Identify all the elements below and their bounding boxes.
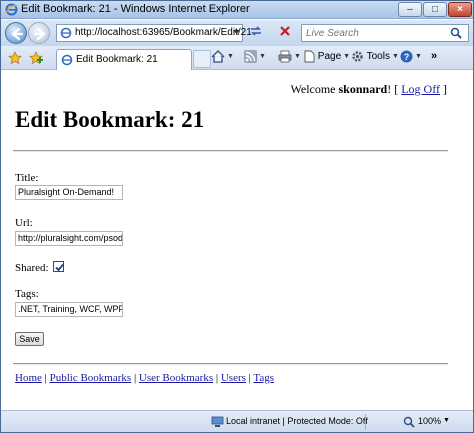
nav-link-public-bookmarks[interactable]: Public Bookmarks bbox=[50, 372, 132, 384]
refresh-button[interactable] bbox=[247, 24, 265, 42]
help-icon: ? bbox=[400, 50, 413, 63]
rss-feed-icon bbox=[244, 50, 257, 63]
url-label: Url: bbox=[15, 217, 33, 229]
zoom-level[interactable]: 100% bbox=[418, 416, 441, 426]
shared-checkbox[interactable] bbox=[53, 261, 64, 272]
title-bar: Edit Bookmark: 21 - Windows Internet Exp… bbox=[1, 1, 473, 19]
chevron-down-icon[interactable]: ▼ bbox=[443, 417, 450, 424]
chevron-down-icon[interactable] bbox=[233, 30, 240, 35]
address-row: http://localhost:63965/Bookmark/Edit/21 bbox=[1, 20, 473, 46]
status-divider bbox=[365, 414, 366, 430]
welcome-prefix: Welcome bbox=[290, 82, 339, 96]
divider bbox=[13, 150, 448, 152]
search-input[interactable] bbox=[302, 25, 442, 41]
tools-menu-label: Tools bbox=[366, 51, 390, 63]
chevron-down-icon[interactable]: ▼ bbox=[259, 53, 266, 60]
window-title: Edit Bookmark: 21 - Windows Internet Exp… bbox=[21, 3, 250, 15]
minimize-button[interactable]: – bbox=[398, 2, 422, 17]
welcome-message: Welcome skonnard! [ Log Off ] bbox=[291, 82, 448, 97]
print-button[interactable]: ▼ bbox=[278, 50, 301, 66]
nav-link-users[interactable]: Users bbox=[221, 372, 246, 384]
chevron-down-icon[interactable]: ▼ bbox=[392, 53, 399, 60]
footer-nav: Home | Public Bookmarks | User Bookmarks… bbox=[15, 372, 274, 384]
favorites-star-icon[interactable] bbox=[8, 51, 22, 65]
stop-button[interactable] bbox=[276, 24, 294, 42]
back-arrow-icon bbox=[11, 27, 24, 41]
page-menu[interactable]: Page ▼ bbox=[304, 50, 350, 66]
chevron-down-icon[interactable]: ▼ bbox=[294, 53, 301, 60]
svg-text:?: ? bbox=[404, 52, 410, 62]
help-button[interactable]: ? ▼ bbox=[400, 50, 422, 66]
stop-icon bbox=[280, 26, 290, 36]
shared-label: Shared: bbox=[15, 262, 49, 274]
close-button[interactable]: × bbox=[448, 2, 472, 17]
search-icon[interactable] bbox=[450, 27, 464, 40]
forward-arrow-icon bbox=[33, 27, 46, 41]
address-url[interactable]: http://localhost:63965/Bookmark/Edit/21 bbox=[75, 27, 252, 38]
save-button[interactable]: Save bbox=[15, 332, 44, 346]
chevron-down-icon[interactable]: ▼ bbox=[415, 53, 422, 60]
title-field[interactable]: Pluralsight On-Demand! bbox=[15, 185, 123, 200]
home-button[interactable]: ▼ bbox=[211, 50, 234, 66]
browser-window: Edit Bookmark: 21 - Windows Internet Exp… bbox=[0, 0, 474, 433]
nav-separator: | bbox=[131, 372, 139, 384]
welcome-bracket-close: ] bbox=[440, 82, 447, 96]
new-tab-button[interactable] bbox=[193, 50, 211, 68]
tab-label: Edit Bookmark: 21 bbox=[76, 54, 158, 65]
nav-link-tags[interactable]: Tags bbox=[253, 372, 274, 384]
more-commands-button[interactable]: » bbox=[431, 50, 437, 66]
chevron-down-icon[interactable]: ▼ bbox=[343, 53, 350, 60]
tools-menu[interactable]: Tools ▼ bbox=[351, 50, 399, 66]
search-box[interactable] bbox=[301, 24, 469, 42]
page-menu-icon bbox=[304, 50, 315, 63]
username: skonnard bbox=[338, 82, 388, 96]
welcome-suffix: ! [ bbox=[387, 82, 402, 96]
nav-separator: | bbox=[213, 372, 221, 384]
tab-row: Edit Bookmark: 21 ▼ ▼ ▼ Page ▼ Tools ▼ ?… bbox=[1, 46, 473, 70]
security-zone-text[interactable]: Local intranet | Protected Mode: Off bbox=[226, 416, 368, 426]
home-icon bbox=[211, 50, 225, 63]
nav-link-user-bookmarks[interactable]: User Bookmarks bbox=[139, 372, 213, 384]
printer-icon bbox=[278, 50, 292, 63]
intranet-zone-icon bbox=[211, 416, 224, 427]
add-favorites-icon[interactable] bbox=[29, 51, 45, 65]
zoom-icon[interactable] bbox=[403, 416, 416, 428]
maximize-button[interactable]: □ bbox=[423, 2, 447, 17]
forward-button[interactable] bbox=[28, 22, 50, 44]
nav-link-home[interactable]: Home bbox=[15, 372, 42, 384]
ie-logo-icon bbox=[5, 3, 18, 16]
checkmark-icon bbox=[55, 263, 64, 272]
url-field[interactable]: http://pluralsight.com/psod bbox=[15, 231, 123, 246]
chevron-down-icon[interactable]: ▼ bbox=[227, 53, 234, 60]
back-button[interactable] bbox=[5, 22, 27, 44]
title-label: Title: bbox=[15, 172, 39, 184]
gear-icon bbox=[352, 51, 363, 62]
refresh-icon bbox=[251, 26, 261, 36]
page-icon bbox=[60, 27, 72, 39]
page-title: Edit Bookmark: 21 bbox=[15, 107, 205, 132]
divider bbox=[13, 363, 448, 365]
page-content: Welcome skonnard! [ Log Off ] Edit Bookm… bbox=[1, 71, 473, 410]
status-bar: Local intranet | Protected Mode: Off 100… bbox=[1, 410, 473, 432]
tags-field[interactable]: .NET, Training, WCF, WPF bbox=[15, 302, 123, 317]
nav-separator: | bbox=[41, 372, 50, 384]
tab-edit-bookmark[interactable]: Edit Bookmark: 21 bbox=[56, 49, 192, 70]
feeds-button[interactable]: ▼ bbox=[244, 50, 266, 66]
address-bar[interactable]: http://localhost:63965/Bookmark/Edit/21 bbox=[56, 24, 252, 42]
page-icon bbox=[61, 54, 73, 66]
page-menu-label: Page bbox=[317, 51, 342, 63]
log-off-link[interactable]: Log Off bbox=[401, 82, 440, 96]
tags-label: Tags: bbox=[15, 288, 39, 300]
